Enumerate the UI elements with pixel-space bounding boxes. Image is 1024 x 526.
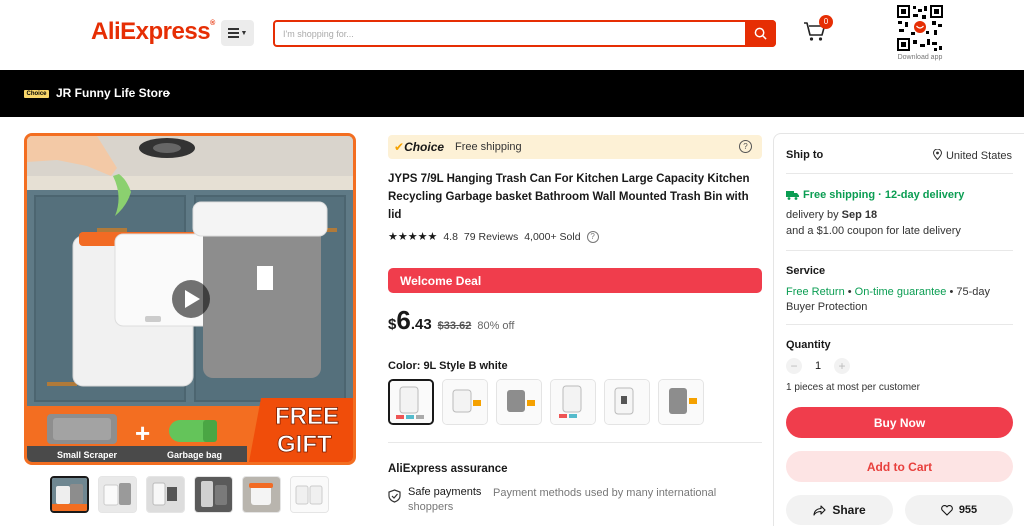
product-photo: + Small Scraper Garbage bag FREE GIFT <box>27 136 353 462</box>
on-time-guarantee-link[interactable]: On-time guarantee <box>855 286 947 298</box>
thumbnail-strip <box>50 476 329 513</box>
ship-to-label: Ship to <box>786 149 824 161</box>
category-menu-button[interactable]: ▼ <box>221 20 254 46</box>
rating-row: ★★★★★ 4.8 79 Reviews 4,000+ Sold ? <box>388 230 599 243</box>
free-return-link[interactable]: Free Return <box>786 286 845 298</box>
section-divider <box>388 442 762 443</box>
thumbnail[interactable] <box>50 476 89 513</box>
search-button[interactable] <box>745 20 776 47</box>
purchase-panel: Ship to United States Free shipping · 12… <box>773 133 1024 526</box>
search-icon <box>754 27 767 40</box>
color-swatch[interactable] <box>496 379 542 425</box>
free-shipping-info: Free shipping · 12-day delivery <box>786 189 964 201</box>
add-to-cart-button[interactable]: Add to Cart <box>786 451 1013 482</box>
choice-badge: Choice <box>24 90 49 98</box>
store-bar: Choice JR Funny Life Store › <box>0 70 1024 117</box>
panel-divider <box>786 324 1013 325</box>
plus-button[interactable]: + <box>834 358 850 374</box>
quantity-value[interactable]: 1 <box>802 360 834 372</box>
share-icon <box>813 504 826 516</box>
star-rating-icon: ★★★★★ <box>388 231 438 243</box>
safe-payments-desc: Payment methods used by many internation… <box>493 487 717 499</box>
discount-label: 80% off <box>477 320 515 332</box>
truck-icon <box>786 191 799 200</box>
thumbnail[interactable] <box>194 476 233 513</box>
delivery-info: delivery by Sep 18 and a $1.00 coupon fo… <box>786 209 961 237</box>
thumbnail[interactable] <box>242 476 281 513</box>
rating-value: 4.8 <box>443 230 458 243</box>
price-whole: 6 <box>396 305 411 335</box>
thumbnail[interactable] <box>146 476 185 513</box>
panel-divider <box>786 173 1013 174</box>
price-currency: $ <box>388 316 397 333</box>
quantity-limit-note: 1 pieces at most per customer <box>786 382 920 393</box>
heart-icon <box>940 504 953 516</box>
color-swatch[interactable] <box>442 379 488 425</box>
minus-button[interactable]: − <box>786 358 802 374</box>
gift-line1: FREE <box>275 403 339 430</box>
thumbnail[interactable] <box>98 476 137 513</box>
color-swatch[interactable] <box>658 379 704 425</box>
choice-free-shipping: Free shipping <box>455 141 522 153</box>
scraper-label: Small Scraper <box>57 450 118 460</box>
caret-down-icon: ▼ <box>240 29 248 37</box>
svg-text:+: + <box>135 418 150 448</box>
color-swatch[interactable] <box>388 379 434 425</box>
share-button[interactable]: Share <box>786 495 893 525</box>
delivery-coupon: and a $1.00 coupon for late delivery <box>786 225 961 237</box>
choice-shipping-bar: ✔Choice Free shipping ? <box>388 135 762 159</box>
shield-check-icon <box>388 489 401 503</box>
sold-count: 4,000+ Sold <box>524 230 581 243</box>
download-app-label: Download app <box>897 54 943 61</box>
site-header: AliExpress® ▼ 0 Download app <box>0 0 1024 70</box>
hamburger-icon <box>227 28 239 38</box>
panel-divider <box>786 250 1013 251</box>
quantity-title: Quantity <box>786 339 831 351</box>
aliexpress-logo[interactable]: AliExpress® <box>91 18 215 46</box>
ship-to-location[interactable]: United States <box>932 148 1012 162</box>
help-icon[interactable]: ? <box>586 230 599 243</box>
location-pin-icon <box>932 148 942 161</box>
safe-payments-desc-2: shoppers <box>408 501 454 513</box>
main-product-image[interactable]: + Small Scraper Garbage bag FREE GIFT <box>24 133 356 465</box>
help-icon[interactable]: ? <box>739 140 752 153</box>
reviews-link[interactable]: 79 Reviews <box>464 231 518 243</box>
safe-payments-label: Safe payments <box>408 486 482 498</box>
store-name-link[interactable]: JR Funny Life Store <box>56 86 169 100</box>
price-cents: .43 <box>410 316 432 333</box>
quantity-stepper: − 1 + <box>786 358 850 374</box>
chevron-right-icon[interactable]: › <box>166 84 171 100</box>
thumbnail[interactable] <box>290 476 329 513</box>
color-swatches <box>388 379 704 425</box>
color-swatch[interactable] <box>604 379 650 425</box>
delivery-date: Sep 18 <box>841 209 878 221</box>
service-title: Service <box>786 265 826 277</box>
search-bar <box>273 20 776 47</box>
buy-now-button[interactable]: Buy Now <box>786 407 1013 438</box>
cart-count-badge: 0 <box>819 15 833 29</box>
product-title: JYPS 7/9L Hanging Trash Can For Kitchen … <box>388 173 750 221</box>
service-info: Free Return • On-time guarantee • 75-day… <box>786 286 990 313</box>
assurance-title: AliExpress assurance <box>388 463 508 475</box>
bag-label: Garbage bag <box>167 450 222 460</box>
cart-button[interactable]: 0 <box>803 15 833 46</box>
wishlist-button[interactable]: 955 <box>905 495 1013 525</box>
color-swatch[interactable] <box>550 379 596 425</box>
gift-line2: GIFT <box>277 431 332 458</box>
color-selection-label: Color: 9L Style B white <box>388 360 508 372</box>
choice-logo: ✔Choice <box>394 140 445 154</box>
original-price: $33.62 <box>437 320 472 332</box>
qr-code-icon[interactable] <box>896 4 944 52</box>
welcome-deal-banner: Welcome Deal <box>388 268 762 293</box>
search-input[interactable] <box>283 26 743 42</box>
price-block: $ 6 .43 $33.62 80% off <box>388 305 514 336</box>
